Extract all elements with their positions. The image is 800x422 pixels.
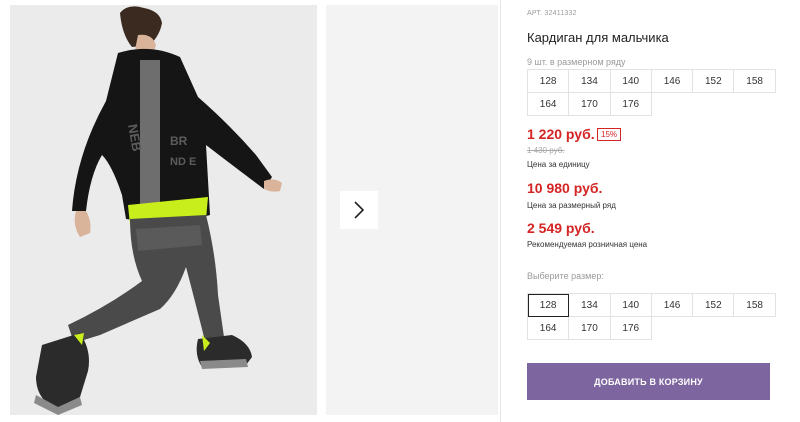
size-row-cell: 134 xyxy=(569,70,611,93)
size-option[interactable]: 128 xyxy=(528,294,570,317)
size-row-cell: 146 xyxy=(651,70,694,93)
size-selector: 128 134 140 146 152 158 164 170 176 xyxy=(527,293,776,340)
size-row-note: 9 шт. в размерном ряду xyxy=(527,57,626,67)
size-option[interactable]: 158 xyxy=(734,294,776,317)
size-row-cell: 158 xyxy=(734,70,776,93)
size-option[interactable]: 146 xyxy=(651,294,694,317)
article-number: АРТ. 32411332 xyxy=(527,10,577,17)
add-to-cart-button[interactable]: ДОБАВИТЬ В КОРЗИНУ xyxy=(527,363,770,400)
product-title: Кардиган для мальчика xyxy=(527,30,669,45)
unit-price: 1 220 руб. xyxy=(527,126,595,142)
size-option[interactable]: 170 xyxy=(569,317,611,340)
size-row-cell: 140 xyxy=(610,70,652,93)
size-row-grid: 128 134 140 146 152 158 164 170 176 xyxy=(527,69,776,116)
size-option[interactable]: 152 xyxy=(693,294,735,317)
product-photo[interactable]: NEB BR ND E xyxy=(10,5,317,415)
product-gallery: NEB BR ND E xyxy=(0,0,500,422)
size-row-cell: 170 xyxy=(569,93,611,116)
size-row-cell: 164 xyxy=(528,93,570,116)
size-row-cell: 176 xyxy=(610,93,652,116)
size-option[interactable]: 134 xyxy=(569,294,611,317)
old-price: 1 430 руб. xyxy=(527,146,565,155)
divider xyxy=(500,0,501,422)
svg-text:ND E: ND E xyxy=(170,156,196,168)
choose-size-label: Выберите размер: xyxy=(527,271,604,281)
size-option[interactable]: 140 xyxy=(610,294,652,317)
size-option[interactable]: 164 xyxy=(528,317,570,340)
next-image-button[interactable] xyxy=(340,191,378,229)
row-price: 10 980 руб. xyxy=(527,180,603,196)
rrp-price: 2 549 руб. xyxy=(527,220,595,236)
chevron-right-icon xyxy=(354,201,365,219)
size-option[interactable]: 176 xyxy=(610,317,652,340)
row-price-caption: Цена за размерный ряд xyxy=(527,201,616,210)
size-row-cell: 152 xyxy=(693,70,735,93)
discount-badge: 15% xyxy=(597,128,622,141)
size-row-cell: 128 xyxy=(528,70,570,93)
svg-text:BR: BR xyxy=(170,134,188,148)
rrp-price-caption: Рекомендуемая розничная цена xyxy=(527,240,648,249)
boy-walking-illustration: NEB BR ND E xyxy=(10,5,317,415)
unit-price-caption: Цена за единицу xyxy=(527,160,590,169)
